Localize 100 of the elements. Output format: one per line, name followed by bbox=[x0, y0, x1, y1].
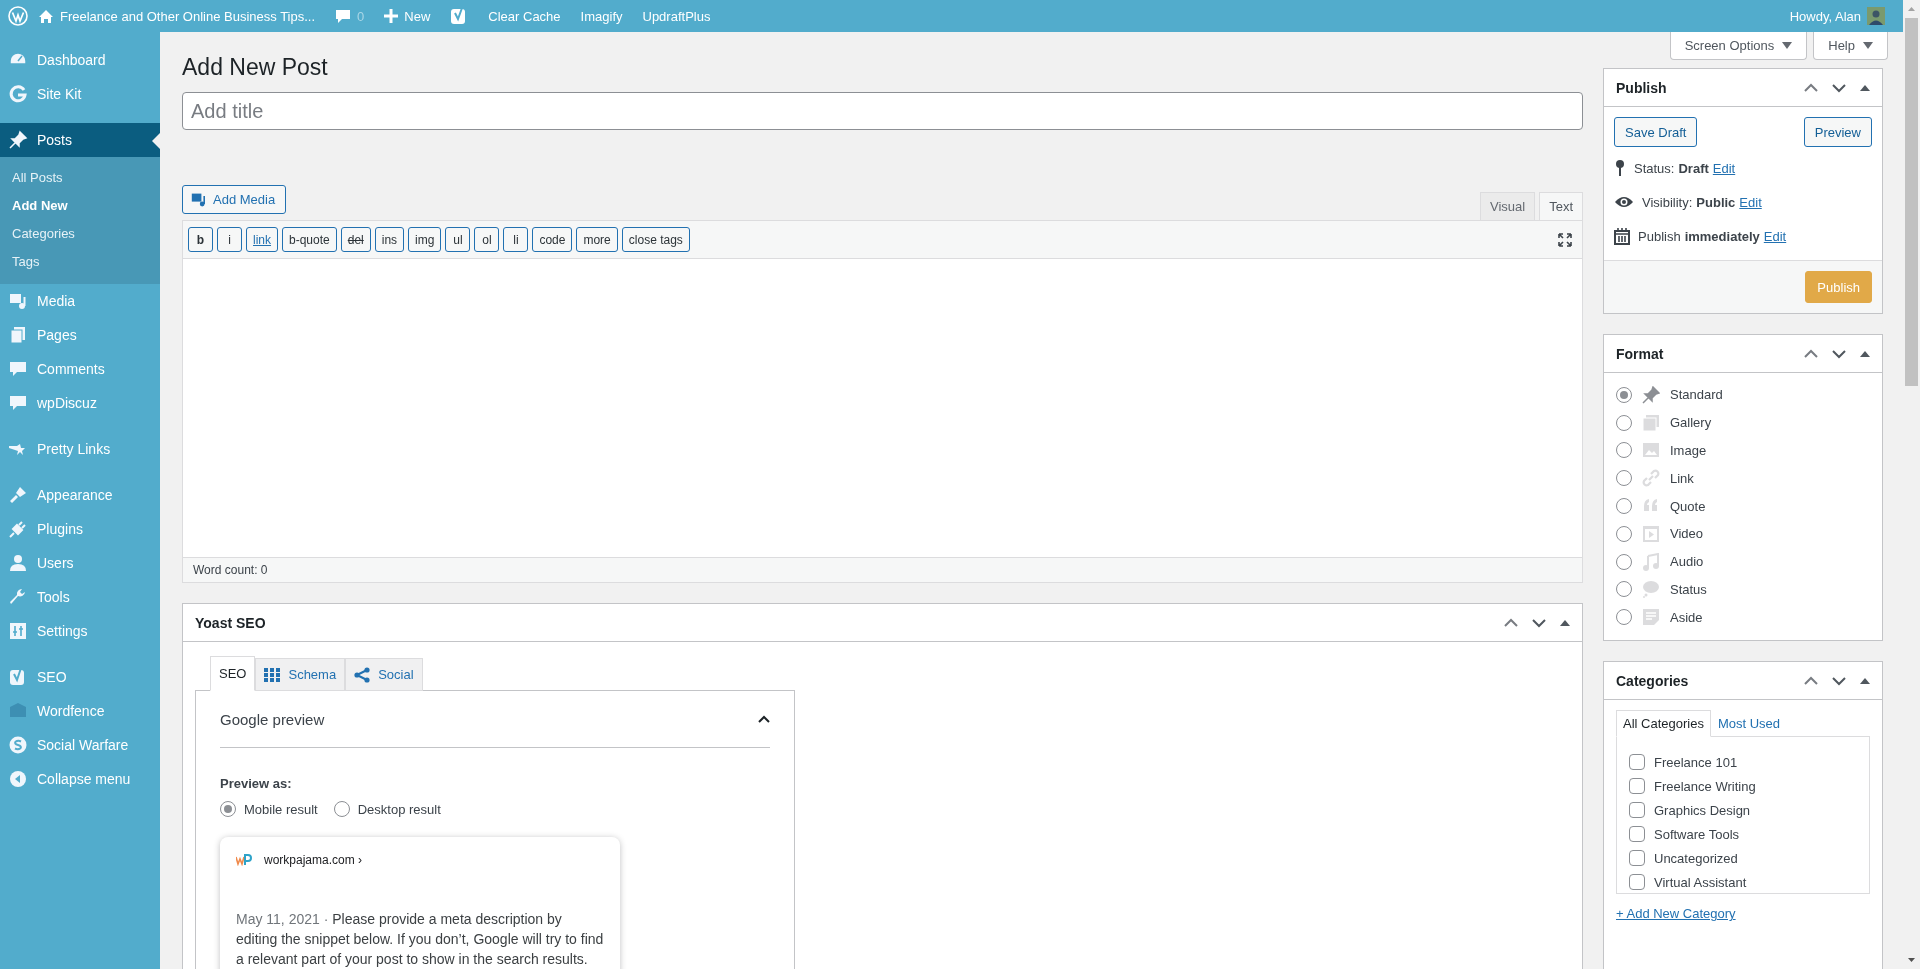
plus-icon[interactable] bbox=[384, 9, 399, 23]
plug-icon[interactable] bbox=[8, 519, 28, 539]
editor-tab[interactable]: Text bbox=[1539, 192, 1583, 220]
chevron-down-icon[interactable] bbox=[1532, 617, 1546, 628]
comment-bubble-icon[interactable] bbox=[8, 393, 28, 413]
user-icon[interactable] bbox=[8, 553, 28, 573]
sidebar-item[interactable]: Users bbox=[0, 546, 160, 580]
avatar-icon[interactable] bbox=[1867, 7, 1885, 25]
radio-button[interactable] bbox=[1616, 442, 1632, 459]
new-link[interactable]: New bbox=[404, 8, 431, 24]
pages-icon[interactable] bbox=[8, 325, 28, 345]
toggle-arrow-icon[interactable] bbox=[1860, 350, 1870, 357]
admin-bar-link[interactable]: Imagify bbox=[570, 0, 633, 32]
toggle-arrow-icon[interactable] bbox=[1860, 677, 1870, 684]
sidebar-item[interactable]: Settings bbox=[0, 614, 160, 648]
save-draft-button[interactable]: Save Draft bbox=[1614, 117, 1698, 147]
editor-tab[interactable]: Visual bbox=[1479, 192, 1536, 220]
sidebar-item[interactable]: Comments bbox=[0, 352, 160, 386]
sidebar-item[interactable]: SEO bbox=[0, 660, 160, 694]
category-tab[interactable]: All Categories bbox=[1616, 710, 1711, 738]
sliders-icon[interactable] bbox=[8, 621, 28, 641]
letter-s-icon[interactable] bbox=[8, 735, 28, 755]
edit-link[interactable]: Edit bbox=[1712, 160, 1736, 176]
chevron-down-icon[interactable] bbox=[1832, 82, 1846, 93]
toggle-arrow-icon[interactable] bbox=[1860, 84, 1870, 91]
chevron-down-icon[interactable] bbox=[1832, 675, 1846, 686]
chevron-up-icon[interactable] bbox=[758, 715, 770, 723]
submenu-item[interactable]: Categories bbox=[0, 220, 160, 248]
category-tab[interactable]: Most Used bbox=[1710, 710, 1788, 738]
edit-link[interactable]: Edit bbox=[1739, 194, 1762, 210]
toggle-arrow-icon[interactable] bbox=[1560, 619, 1570, 626]
add-new-category-link[interactable]: + Add New Category bbox=[1616, 906, 1736, 922]
quicktag-button[interactable]: link bbox=[246, 227, 278, 252]
wrench-icon[interactable] bbox=[8, 587, 28, 607]
quicktag-button[interactable]: b-quote bbox=[282, 227, 337, 252]
edit-link[interactable]: Edit bbox=[1763, 228, 1787, 244]
checkbox[interactable] bbox=[1629, 778, 1645, 795]
quicktag-button[interactable]: ul bbox=[445, 227, 471, 252]
radio-button[interactable] bbox=[1616, 581, 1632, 598]
help-button[interactable]: Help bbox=[1813, 32, 1888, 60]
sidebar-item[interactable]: Dashboard bbox=[0, 43, 160, 77]
home-icon[interactable] bbox=[38, 8, 54, 24]
checkbox[interactable] bbox=[1629, 802, 1645, 819]
radio-button[interactable] bbox=[1616, 386, 1632, 403]
letter-g-icon[interactable] bbox=[8, 84, 28, 104]
quicktag-button[interactable]: img bbox=[408, 227, 442, 252]
chevron-down-icon[interactable] bbox=[1832, 348, 1846, 359]
admin-bar-link[interactable]: UpdraftPlus bbox=[632, 0, 721, 32]
sidebar-item[interactable]: Posts bbox=[0, 123, 160, 157]
radio-button[interactable] bbox=[1616, 414, 1632, 431]
quicktag-button[interactable]: ol bbox=[474, 227, 500, 252]
quicktag-button[interactable]: li bbox=[503, 227, 529, 252]
radio-button[interactable] bbox=[220, 801, 236, 817]
submenu-item[interactable]: Add New bbox=[0, 192, 160, 220]
radio-button[interactable] bbox=[1616, 525, 1632, 542]
sidebar-item[interactable]: Appearance bbox=[0, 478, 160, 512]
add-media-button[interactable]: Add Media bbox=[182, 185, 287, 214]
collapse-menu-button[interactable]: Collapse menu bbox=[0, 762, 160, 796]
checkbox[interactable] bbox=[1629, 754, 1645, 771]
sidebar-item[interactable]: Pages bbox=[0, 318, 160, 352]
sidebar-item[interactable]: Wordfence bbox=[0, 694, 160, 728]
quicktag-button[interactable]: i bbox=[217, 227, 242, 252]
quicktag-button[interactable]: code bbox=[532, 227, 573, 252]
wordpress-logo-icon[interactable] bbox=[8, 6, 28, 26]
yoast-tab[interactable]: SEO bbox=[210, 656, 256, 691]
radio-button[interactable] bbox=[1616, 498, 1632, 515]
paintbrush-icon[interactable] bbox=[8, 485, 28, 505]
submenu-item[interactable]: All Posts bbox=[0, 164, 160, 192]
quicktag-button[interactable]: ins bbox=[374, 227, 405, 252]
quicktag-button[interactable]: del bbox=[340, 227, 371, 252]
media-icon[interactable] bbox=[8, 291, 28, 311]
site-name-link[interactable]: Freelance and Other Online Business Tips... bbox=[60, 8, 316, 24]
sidebar-item[interactable]: Pretty Links bbox=[0, 432, 160, 466]
comment-bubble-icon[interactable] bbox=[335, 8, 352, 24]
title-field[interactable]: Add title bbox=[182, 92, 1583, 130]
checkbox[interactable] bbox=[1629, 850, 1645, 867]
quicktag-button[interactable]: close tags bbox=[621, 227, 690, 252]
comment-bubble-icon[interactable] bbox=[8, 359, 28, 379]
sidebar-item[interactable]: Social Warfare bbox=[0, 728, 160, 762]
checkbox[interactable] bbox=[1629, 874, 1645, 891]
sidebar-item[interactable]: Plugins bbox=[0, 512, 160, 546]
quicktag-button[interactable]: more bbox=[576, 227, 618, 252]
submenu-item[interactable]: Tags bbox=[0, 248, 160, 276]
admin-bar-link[interactable]: Clear Cache bbox=[478, 0, 571, 32]
pushpin-icon[interactable] bbox=[8, 130, 28, 150]
yoast-tab[interactable]: Schema bbox=[255, 658, 346, 691]
radio-button[interactable] bbox=[1616, 470, 1632, 487]
greeting-link[interactable]: Howdy, Alan bbox=[1789, 8, 1861, 24]
radio-button[interactable] bbox=[1616, 609, 1632, 626]
fullscreen-icon[interactable] bbox=[1558, 232, 1572, 247]
sidebar-item[interactable]: Media bbox=[0, 284, 160, 318]
preview-button[interactable]: Preview bbox=[1803, 117, 1872, 147]
screen-options-button[interactable]: Screen Options bbox=[1669, 32, 1808, 60]
sidebar-item[interactable]: wpDiscuz bbox=[0, 386, 160, 420]
sidebar-item[interactable]: Site Kit bbox=[0, 77, 160, 111]
radio-button[interactable] bbox=[333, 801, 350, 817]
quicktag-button[interactable]: b bbox=[188, 227, 213, 252]
yoast-tab[interactable]: Social bbox=[345, 658, 423, 691]
sidebar-item[interactable]: Tools bbox=[0, 580, 160, 614]
checkbox[interactable] bbox=[1629, 826, 1645, 843]
